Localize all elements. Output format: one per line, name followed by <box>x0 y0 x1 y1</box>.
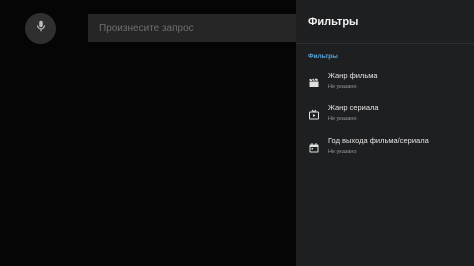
filter-item-release-year[interactable]: Год выхода фильма/сериала Не указано <box>296 136 474 162</box>
panel-title: Фильтры <box>308 15 359 28</box>
filter-item-movie-genre[interactable]: Жанр фильма Не указано <box>296 71 474 97</box>
movie-clapper-icon <box>308 77 320 89</box>
filter-item-value: Не указано <box>328 84 357 90</box>
microphone-icon <box>34 19 48 38</box>
filter-item-value: Не указано <box>328 149 357 155</box>
filter-item-series-genre[interactable]: Жанр сериала Не указано <box>296 103 474 129</box>
tv-play-icon <box>308 109 320 121</box>
filters-panel-header: Фильтры <box>296 0 474 44</box>
search-box[interactable] <box>88 14 308 42</box>
filters-panel: Фильтры Фильтры Жанр фильма Не указано Ж… <box>296 0 474 266</box>
filter-item-label: Жанр фильма <box>328 71 378 80</box>
calendar-icon <box>308 142 320 154</box>
search-input[interactable] <box>99 22 308 34</box>
filter-item-label: Год выхода фильма/сериала <box>328 136 429 145</box>
screen: Фильтры Фильтры Жанр фильма Не указано <box>0 0 474 266</box>
section-label: Фильтры <box>308 53 338 60</box>
voice-search-button[interactable] <box>25 13 56 44</box>
filter-item-value: Не указано <box>328 116 357 122</box>
filter-item-label: Жанр сериала <box>328 103 379 112</box>
